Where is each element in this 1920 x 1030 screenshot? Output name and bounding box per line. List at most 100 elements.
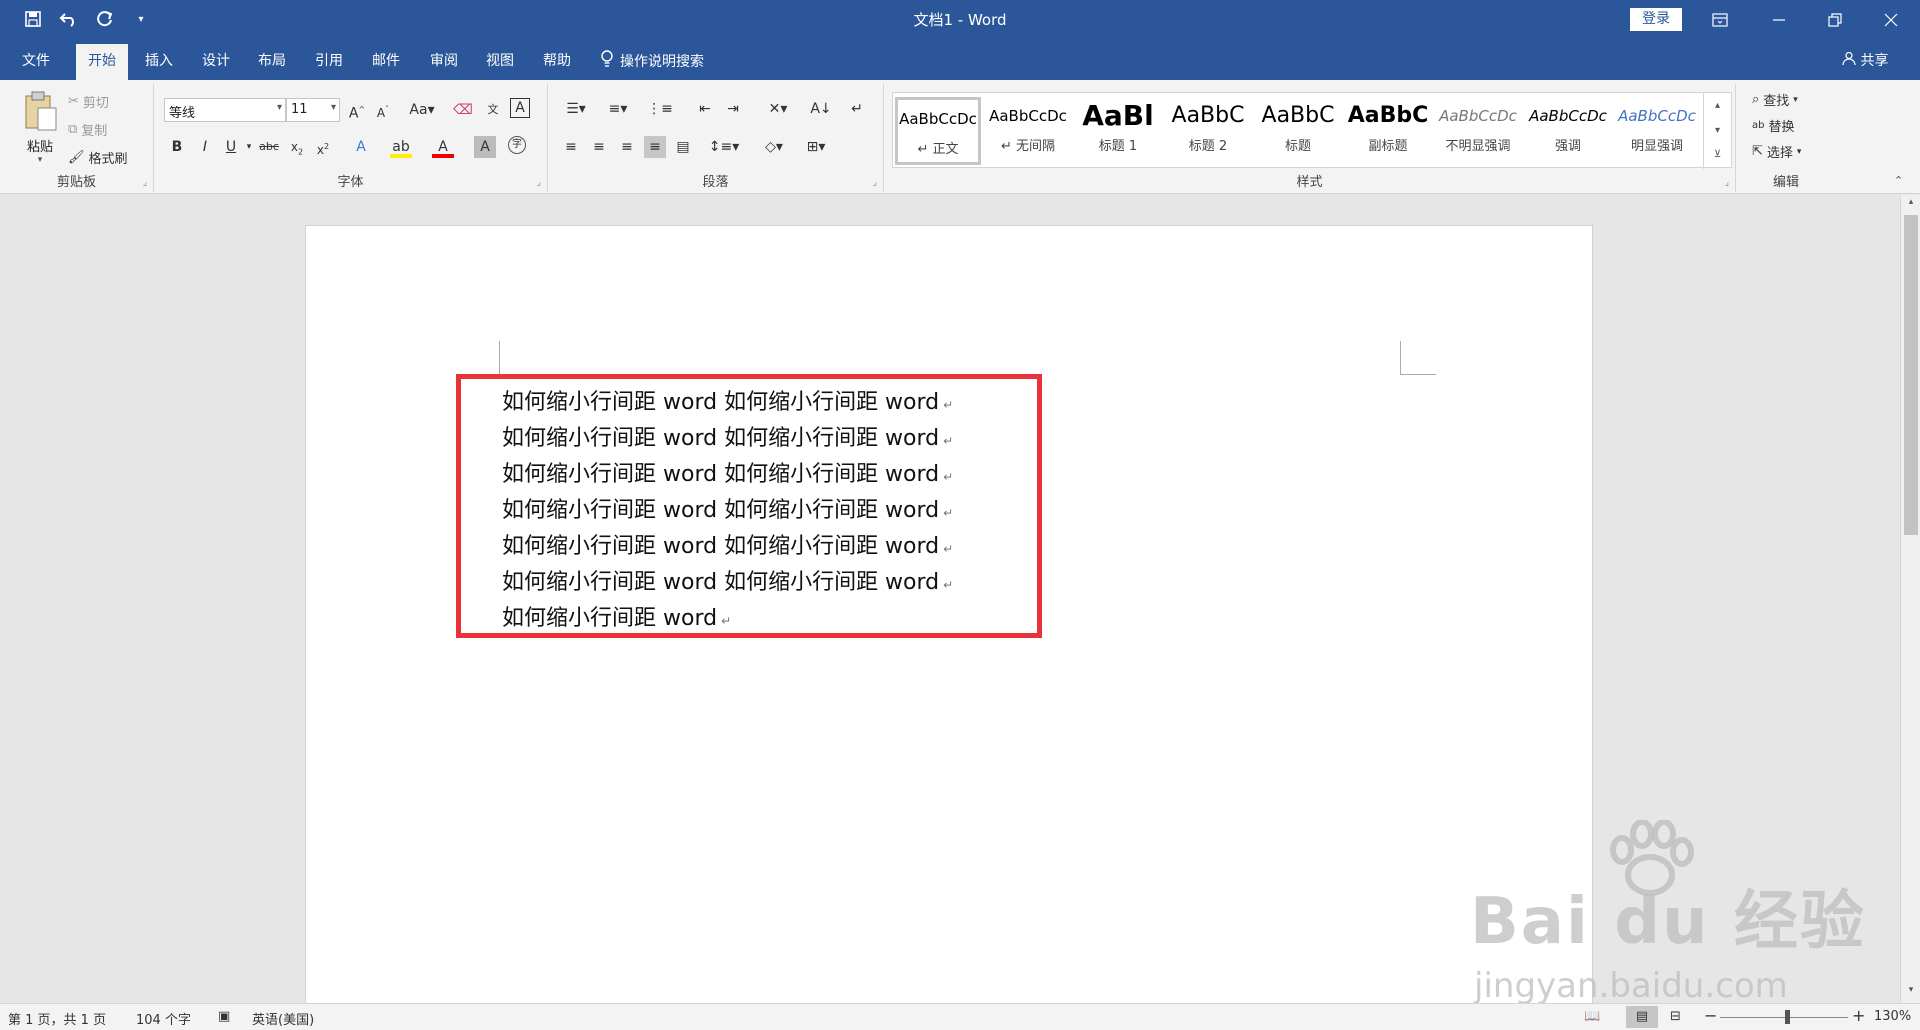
zoom-slider[interactable] bbox=[1720, 1017, 1848, 1018]
style-heading-2[interactable]: AaBbC 标题 2 bbox=[1165, 97, 1251, 165]
decrease-indent-icon[interactable]: ⇤ bbox=[694, 98, 716, 120]
numbering-icon[interactable]: ≡▾ bbox=[602, 98, 634, 120]
style-subtitle[interactable]: AaBbC 副标题 bbox=[1345, 97, 1431, 165]
tab-view[interactable]: 视图 bbox=[486, 50, 514, 70]
tab-design[interactable]: 设计 bbox=[202, 50, 230, 70]
text-effects-icon[interactable]: A bbox=[350, 136, 372, 158]
center-icon[interactable]: ≡ bbox=[588, 136, 610, 158]
style-emphasis[interactable]: AaBbCcDc 强调 bbox=[1525, 97, 1611, 165]
paste-button[interactable]: 粘贴 ▾ bbox=[16, 90, 64, 165]
chinese-layout-icon[interactable]: ✕▾ bbox=[762, 98, 794, 120]
font-size-combo[interactable]: 11 ▾ bbox=[286, 98, 340, 122]
phonetic-guide-icon[interactable]: 文 bbox=[482, 99, 504, 121]
increase-indent-icon[interactable]: ⇥ bbox=[722, 98, 744, 120]
shrink-font-icon[interactable]: Aˇ bbox=[372, 99, 394, 121]
character-border-icon[interactable]: A bbox=[510, 98, 530, 118]
distributed-icon[interactable]: ▤ bbox=[672, 136, 694, 158]
clear-formatting-icon[interactable]: ⌫ bbox=[452, 99, 474, 121]
grow-font-icon[interactable]: A^ bbox=[346, 99, 368, 122]
login-button[interactable]: 登录 bbox=[1630, 8, 1682, 31]
justify-icon[interactable]: ≡ bbox=[644, 136, 666, 158]
sort-icon[interactable]: A↓ bbox=[810, 98, 832, 120]
align-left-icon[interactable]: ≡ bbox=[560, 136, 582, 158]
font-name-combo[interactable]: 等线 ▾ bbox=[164, 98, 286, 122]
change-case-icon[interactable]: Aa▾ bbox=[406, 99, 438, 121]
scroll-up-icon[interactable]: ▴ bbox=[1901, 197, 1920, 213]
borders-icon[interactable]: ⊞▾ bbox=[800, 136, 832, 158]
enclose-characters-icon[interactable]: 字 bbox=[508, 136, 526, 154]
bold-icon[interactable]: B bbox=[166, 136, 188, 158]
tab-help[interactable]: 帮助 bbox=[543, 50, 571, 70]
highlight-color-icon[interactable]: ab bbox=[390, 136, 412, 158]
share-button[interactable]: 共享 bbox=[1842, 50, 1888, 70]
superscript-icon[interactable]: x2 bbox=[312, 136, 334, 158]
strikethrough-icon[interactable]: abc bbox=[258, 136, 280, 158]
scrollbar-thumb[interactable] bbox=[1904, 215, 1918, 535]
ribbon-display-icon[interactable] bbox=[1697, 6, 1743, 34]
read-mode-icon[interactable]: 📖 bbox=[1584, 1009, 1600, 1024]
line-spacing-icon[interactable]: ↕≡▾ bbox=[708, 136, 740, 158]
style-no-spacing[interactable]: AaBbCcDc ↵ 无间隔 bbox=[985, 97, 1071, 165]
tell-me-search[interactable]: 操作说明搜索 bbox=[600, 50, 704, 72]
tab-home[interactable]: 开始 bbox=[76, 44, 128, 80]
multilevel-list-icon[interactable]: ⋮≡ bbox=[644, 98, 676, 120]
style-intense-emphasis[interactable]: AaBbCcDc 明显强调 bbox=[1615, 97, 1699, 165]
tab-layout[interactable]: 布局 bbox=[258, 50, 286, 70]
style-subtle-emphasis[interactable]: AaBbCcDc 不明显强调 bbox=[1435, 97, 1521, 165]
search-icon: ⌕ bbox=[1752, 92, 1760, 107]
style-sample: AaBbCcDc bbox=[989, 107, 1067, 125]
zoom-in-icon[interactable]: + bbox=[1852, 1006, 1865, 1025]
style-name: 副标题 bbox=[1368, 139, 1408, 154]
character-shading-icon[interactable]: A bbox=[474, 136, 496, 158]
document-page[interactable]: 如何缩小行间距 word 如何缩小行间距 word ↵ 如何缩小行间距 word … bbox=[305, 225, 1593, 1005]
style-sample: AaBl bbox=[1082, 99, 1154, 132]
gallery-more-icon[interactable]: ⊻ bbox=[1704, 143, 1731, 167]
styles-dialog-launcher-icon[interactable]: ⌟ bbox=[1725, 178, 1729, 188]
font-color-icon[interactable]: A bbox=[432, 136, 454, 158]
select-button[interactable]: ⇱ 选择 ▾ bbox=[1752, 142, 1801, 161]
copy-button[interactable]: ⧉ 复制 bbox=[68, 120, 107, 139]
clipboard-dialog-launcher-icon[interactable]: ⌟ bbox=[143, 178, 147, 188]
tab-references[interactable]: 引用 bbox=[315, 50, 343, 70]
style-title[interactable]: AaBbC 标题 bbox=[1255, 97, 1341, 165]
chevron-up-icon[interactable]: ▴ bbox=[1704, 93, 1731, 118]
italic-icon[interactable]: I bbox=[194, 136, 216, 158]
tab-file[interactable]: 文件 bbox=[22, 50, 50, 70]
chevron-down-icon[interactable]: ▾ bbox=[1704, 118, 1731, 143]
scroll-down-icon[interactable]: ▾ bbox=[1901, 985, 1920, 1001]
bullets-icon[interactable]: ☰▾ bbox=[560, 98, 592, 120]
language-indicator[interactable]: 英语(美国) bbox=[252, 1009, 314, 1028]
subscript-icon[interactable]: x2 bbox=[286, 136, 308, 158]
print-layout-icon[interactable]: ▤ bbox=[1626, 1006, 1658, 1028]
tab-review[interactable]: 审阅 bbox=[430, 50, 458, 70]
web-layout-icon[interactable]: ⊟ bbox=[1670, 1009, 1681, 1024]
tab-insert[interactable]: 插入 bbox=[145, 50, 173, 70]
shading-icon[interactable]: ◇▾ bbox=[758, 136, 790, 158]
zoom-level[interactable]: 130% bbox=[1874, 1009, 1911, 1024]
style-normal[interactable]: AaBbCcDc ↵ 正文 bbox=[895, 97, 981, 165]
restore-icon[interactable] bbox=[1812, 6, 1858, 34]
page-count[interactable]: 第 1 页，共 1 页 bbox=[8, 1009, 106, 1028]
format-painter-button[interactable]: 🖌 格式刷 bbox=[68, 148, 128, 167]
zoom-out-icon[interactable]: − bbox=[1704, 1006, 1717, 1025]
word-count[interactable]: 104 个字 bbox=[136, 1009, 191, 1028]
cut-button[interactable]: ✂ 剪切 bbox=[68, 92, 109, 111]
close-icon[interactable] bbox=[1868, 6, 1914, 34]
paste-dropdown-icon[interactable]: ▾ bbox=[16, 155, 64, 165]
zoom-slider-thumb[interactable] bbox=[1785, 1010, 1790, 1024]
replace-button[interactable]: ab 替换 bbox=[1752, 116, 1795, 135]
find-button[interactable]: ⌕ 查找 ▾ bbox=[1752, 90, 1798, 109]
collapse-ribbon-icon[interactable]: ⌃ bbox=[1894, 174, 1903, 187]
show-formatting-marks-icon[interactable]: ↵ bbox=[846, 98, 868, 120]
minimize-icon[interactable] bbox=[1756, 6, 1802, 34]
chevron-down-icon[interactable]: ▾ bbox=[238, 136, 260, 158]
tab-mailings[interactable]: 邮件 bbox=[372, 50, 400, 70]
paragraph-dialog-launcher-icon[interactable]: ⌟ bbox=[873, 178, 877, 188]
style-heading-1[interactable]: AaBl 标题 1 bbox=[1075, 97, 1161, 165]
font-dialog-launcher-icon[interactable]: ⌟ bbox=[537, 178, 541, 188]
vertical-scrollbar[interactable]: ▴ ▾ bbox=[1900, 195, 1920, 1003]
style-sample: AaBbC bbox=[1347, 103, 1429, 128]
gallery-scroll[interactable]: ▴ ▾ ⊻ bbox=[1703, 93, 1731, 169]
align-right-icon[interactable]: ≡ bbox=[616, 136, 638, 158]
proofing-icon[interactable]: ▣ bbox=[218, 1009, 230, 1024]
